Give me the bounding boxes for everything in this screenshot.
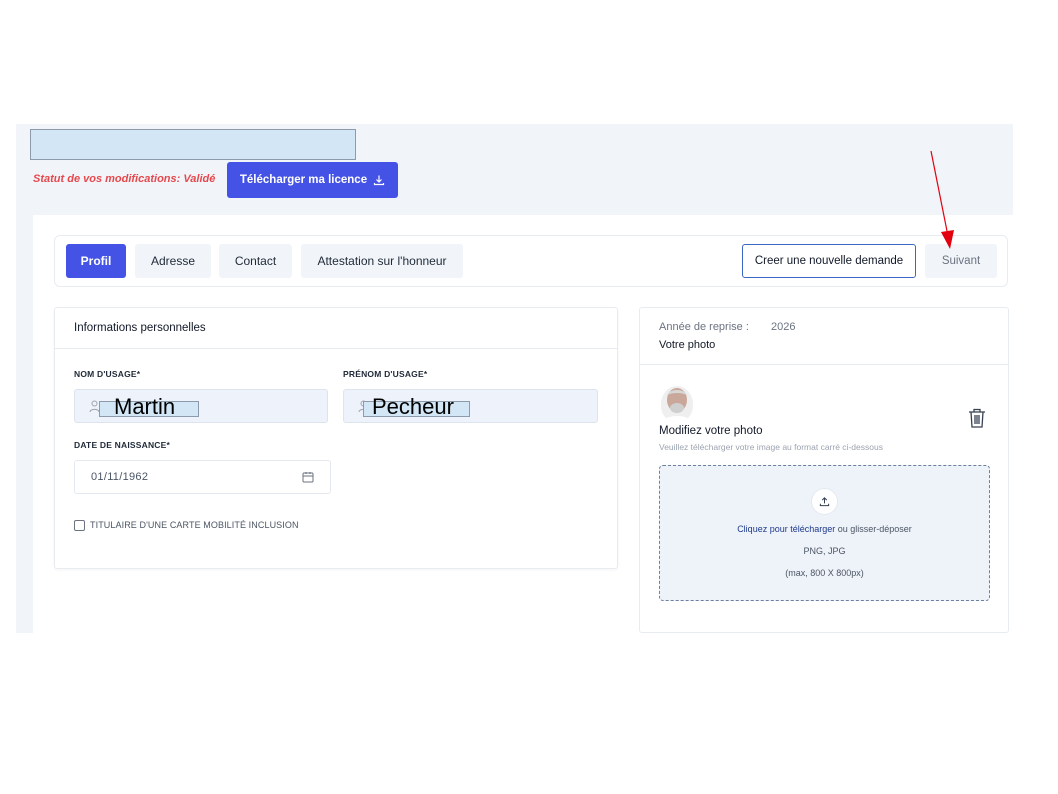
birth-date-label: DATE DE NAISSANCE* (74, 440, 171, 450)
personal-info-title: Informations personnelles (55, 308, 617, 349)
dropzone-formats: PNG, JPG (803, 546, 846, 556)
redacted-header (30, 129, 356, 160)
modify-photo-hint: Veuillez télécharger votre image au form… (659, 442, 883, 452)
year-label: Année de reprise : (659, 321, 749, 333)
download-license-label: Télécharger ma licence (239, 174, 368, 186)
tab-profil[interactable]: Profil (66, 244, 126, 278)
photo-title: Votre photo (659, 339, 716, 351)
mobility-card-checkbox[interactable] (74, 520, 85, 531)
modify-photo-title: Modifiez votre photo (659, 425, 763, 437)
profile-photo (661, 386, 693, 422)
mobility-card-label: TITULAIRE D'UNE CARTE MOBILITÉ INCLUSION (90, 520, 299, 530)
first-name-field[interactable]: Pecheur (343, 389, 598, 423)
first-name-label: PRÉNOM D'USAGE* (343, 369, 428, 379)
last-name-value: Martin (114, 394, 176, 419)
dropzone-size-limit: (max, 800 X 800px) (785, 568, 864, 578)
personal-info-card: Informations personnelles NOM D'USAGE* M… (54, 307, 618, 569)
photo-dropzone[interactable]: Cliquez pour télécharger ou glisser-dépo… (659, 465, 990, 601)
upload-icon (819, 497, 830, 507)
new-request-button[interactable]: Creer une nouvelle demande (742, 244, 916, 278)
tabs-bar: Profil Adresse Contact Attestation sur l… (54, 235, 1008, 287)
first-name-value: Pecheur (372, 394, 454, 419)
calendar-icon[interactable] (302, 471, 314, 483)
main-card: Profil Adresse Contact Attestation sur l… (33, 215, 1013, 633)
dropzone-instructions: Cliquez pour télécharger ou glisser-dépo… (660, 524, 989, 534)
tab-attestation[interactable]: Attestation sur l'honneur (301, 244, 463, 278)
last-name-field[interactable]: Martin (74, 389, 328, 423)
annotation-arrow (930, 150, 954, 249)
year-value: 2026 (771, 321, 796, 333)
trash-icon[interactable] (967, 407, 987, 429)
photo-header: Année de reprise : 2026 Votre photo (640, 308, 1008, 365)
last-name-label: NOM D'USAGE* (74, 369, 141, 379)
photo-card: Année de reprise : 2026 Votre photo Modi… (639, 307, 1009, 633)
birth-date-input[interactable]: 01/11/1962 (74, 460, 331, 494)
tab-adresse[interactable]: Adresse (135, 244, 211, 278)
modification-status: Statut de vos modifications: Validé (33, 173, 216, 185)
download-icon (374, 175, 385, 186)
upload-link[interactable]: Cliquez pour télécharger (737, 524, 835, 534)
drag-drop-text: ou glisser-déposer (835, 524, 912, 534)
download-license-button[interactable]: Télécharger ma licence (227, 162, 398, 198)
birth-date-value: 01/11/1962 (91, 471, 149, 483)
tab-contact[interactable]: Contact (219, 244, 292, 278)
upload-button[interactable] (811, 488, 838, 515)
app-area: Statut de vos modifications: Validé Télé… (16, 124, 1013, 633)
